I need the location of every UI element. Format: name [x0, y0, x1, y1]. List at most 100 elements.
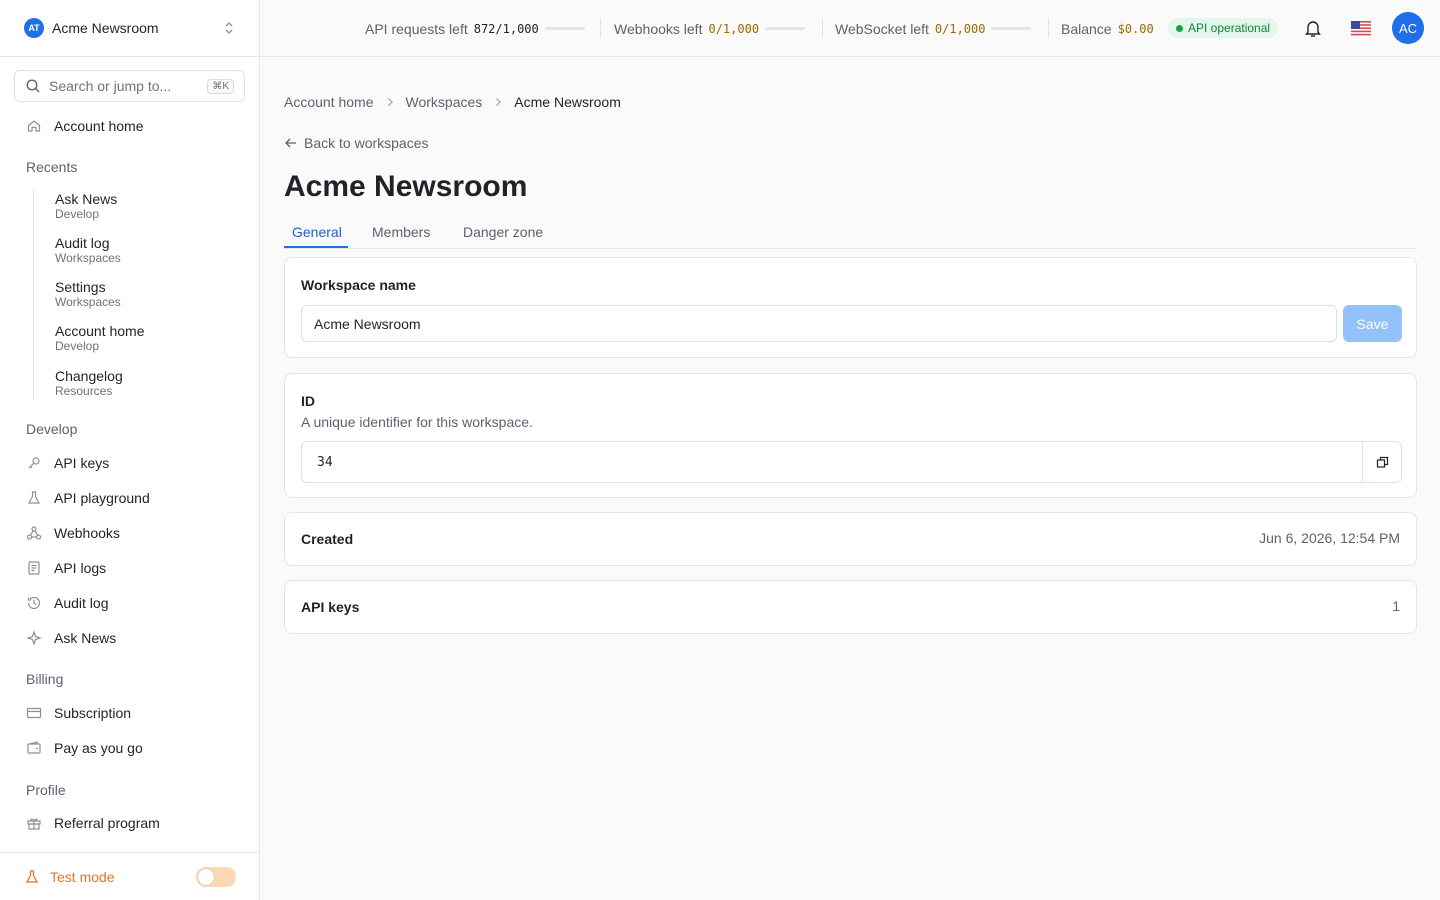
credit-card-icon [26, 707, 42, 719]
api-requests-meter: API requests left 872/1,000 [365, 0, 585, 57]
workspace-name-input[interactable]: Acme Newsroom [301, 305, 1337, 342]
recent-subtitle: Develop [55, 207, 100, 221]
sparkle-icon [26, 630, 42, 646]
sidebar-item-label: Pay as you go [54, 740, 143, 756]
wallet-icon [27, 741, 41, 754]
sidebar-item-label: Ask News [54, 630, 117, 646]
back-to-workspaces-link[interactable]: Back to workspaces [284, 135, 429, 151]
sidebar-item-pay-as-you-go[interactable]: Pay as you go [26, 740, 143, 756]
recent-title: Account home [55, 323, 145, 339]
breadcrumb-workspaces[interactable]: Workspaces [406, 94, 483, 110]
sidebar-item-subscription[interactable]: Subscription [26, 705, 131, 721]
search-icon [26, 79, 40, 93]
webhooks-value: 0/1,000 [708, 21, 760, 36]
workspace-id-description: A unique identifier for this workspace. [301, 414, 533, 430]
api-requests-value: 872/1,000 [473, 21, 539, 36]
chevron-right-icon [387, 98, 393, 106]
api-keys-title: API keys [301, 599, 360, 615]
workspace-id-field[interactable]: 34 [301, 441, 1402, 483]
copy-id-button[interactable] [1362, 442, 1401, 482]
workspace-name-value: Acme Newsroom [314, 315, 421, 332]
test-mode-bar: Test mode [0, 852, 260, 900]
status-dot [1176, 24, 1183, 32]
workspace-name: Acme Newsroom [52, 20, 159, 36]
api-requests-label: API requests left [365, 20, 468, 37]
balance-label: Balance [1061, 20, 1112, 37]
api-keys-count: 1 [1392, 598, 1400, 614]
app-root: AT Acme Newsroom Search or jump to... ⌘K… [0, 0, 1440, 900]
recent-title: Changelog [55, 368, 123, 384]
sidebar-item-ask-news[interactable]: Ask News [26, 630, 116, 646]
tab-danger-zone[interactable]: Danger zone [463, 224, 543, 240]
sidebar-item-label: API playground [54, 490, 150, 506]
billing-heading: Billing [26, 671, 64, 687]
logs-icon [28, 561, 40, 575]
recent-subtitle: Workspaces [55, 295, 121, 309]
back-link-label: Back to workspaces [304, 135, 429, 151]
created-title: Created [301, 531, 354, 547]
key-icon [28, 457, 40, 469]
api-status-text: API operational [1188, 21, 1271, 35]
recent-item[interactable]: Settings Workspaces [55, 279, 121, 310]
websocket-meter: WebSocket left 0/1,000 [835, 0, 1032, 57]
profile-heading: Profile [26, 782, 66, 798]
toggle-knob [197, 867, 215, 886]
tab-bar: General Members Danger zone [284, 221, 1417, 249]
copy-icon [1376, 456, 1388, 468]
sidebar-item-webhooks[interactable]: Webhooks [26, 525, 120, 541]
divider [600, 18, 601, 38]
sidebar-item-api-keys[interactable]: API keys [26, 455, 109, 471]
divider [822, 18, 823, 38]
created-card: Created Jun 6, 2026, 12:54 PM [284, 512, 1417, 566]
sidebar-item-api-logs[interactable]: API logs [26, 560, 106, 576]
webhooks-bar [765, 27, 806, 30]
balance-meter: Balance $0.00 [1061, 0, 1154, 57]
sidebar-item-label: API keys [54, 455, 110, 471]
test-mode-toggle[interactable] [196, 866, 236, 887]
workspace-id-title: ID [301, 393, 315, 409]
api-status-badge[interactable]: API operational [1168, 18, 1279, 38]
search-box[interactable]: Search or jump to... ⌘K [14, 70, 245, 102]
websocket-value: 0/1,000 [934, 21, 986, 36]
bell-icon[interactable] [1304, 18, 1322, 38]
recent-subtitle: Workspaces [55, 251, 121, 265]
recent-item[interactable]: Account home Develop [55, 323, 145, 354]
recent-item[interactable]: Changelog Resources [55, 368, 123, 399]
api-keys-card: API keys 1 [284, 580, 1417, 634]
sidebar-item-referral-program[interactable]: Referral program [26, 815, 160, 831]
recents-heading: Recents [26, 159, 78, 175]
api-requests-bar [544, 27, 585, 30]
sidebar-item-account-home[interactable]: Account home [26, 118, 144, 134]
webhooks-label: Webhooks left [614, 20, 703, 37]
websocket-bar [991, 27, 1032, 30]
sidebar-item-api-playground[interactable]: API playground [26, 490, 150, 506]
recent-title: Settings [55, 279, 106, 295]
develop-heading: Develop [26, 421, 78, 437]
recent-item[interactable]: Audit log Workspaces [55, 235, 121, 266]
save-button[interactable]: Save [1343, 305, 1402, 342]
flask-icon [25, 869, 39, 883]
sidebar: AT Acme Newsroom Search or jump to... ⌘K… [0, 0, 260, 900]
user-avatar[interactable]: AC [1392, 12, 1424, 44]
sidebar-item-label: Subscription [54, 705, 132, 721]
recent-title: Ask News [55, 191, 118, 207]
balance-value: $0.00 [1117, 21, 1154, 36]
tab-general[interactable]: General [292, 224, 342, 240]
us-flag-icon[interactable] [1351, 21, 1371, 36]
history-icon [27, 596, 41, 610]
breadcrumb-current: Acme Newsroom [514, 94, 621, 110]
active-tab-indicator [284, 246, 348, 248]
sidebar-item-audit-log[interactable]: Audit log [26, 595, 108, 611]
websocket-label: WebSocket left [835, 20, 929, 37]
recents-list: Ask News Develop Audit log Workspaces Se… [33, 187, 233, 401]
tab-members[interactable]: Members [372, 224, 430, 240]
workspace-switcher[interactable]: AT Acme Newsroom [0, 0, 259, 57]
flask-icon [27, 491, 41, 504]
search-placeholder: Search or jump to... [49, 78, 172, 94]
arrow-left-icon [285, 138, 296, 148]
workspace-id-card: ID A unique identifier for this workspac… [284, 373, 1417, 498]
created-value: Jun 6, 2026, 12:54 PM [1259, 530, 1400, 546]
recent-item[interactable]: Ask News Develop [55, 191, 117, 222]
breadcrumb-account-home[interactable]: Account home [284, 94, 374, 110]
sidebar-item-label: Webhooks [54, 525, 120, 541]
